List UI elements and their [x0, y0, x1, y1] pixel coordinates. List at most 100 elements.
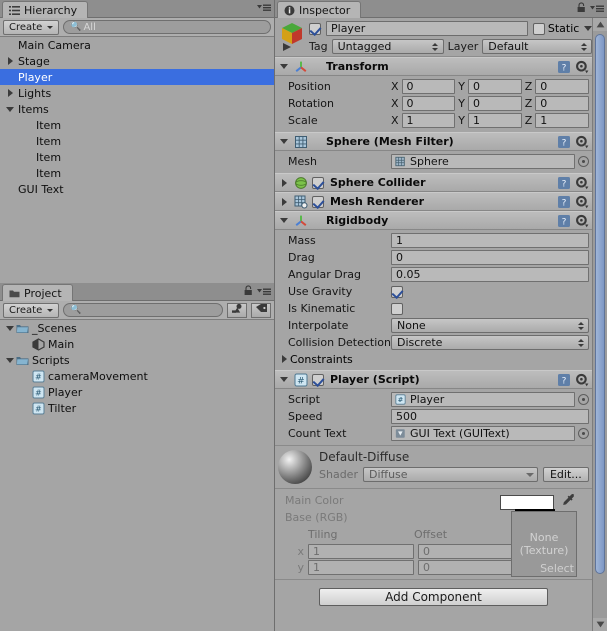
foldout-open-icon[interactable]	[4, 325, 16, 331]
hierarchy-item[interactable]: Main Camera	[0, 37, 274, 53]
help-icon[interactable]: ?	[557, 135, 571, 149]
gear-icon[interactable]	[575, 60, 589, 74]
hierarchy-item[interactable]: Item	[0, 165, 274, 181]
axis-input-y[interactable]: 0	[468, 96, 522, 111]
foldout-closed-icon[interactable]	[4, 89, 16, 97]
hierarchy-item[interactable]: Item	[0, 133, 274, 149]
hierarchy-tree[interactable]: Main Camera Stage Player Lights Items Item Ite…	[0, 37, 274, 283]
axis-input-y[interactable]: 0	[468, 79, 522, 94]
object-picker-button[interactable]	[578, 156, 589, 167]
property-checkbox[interactable]	[391, 285, 403, 298]
object-reference-field[interactable]: Sphere	[391, 154, 575, 169]
foldout-closed-icon[interactable]	[278, 178, 290, 187]
inspector-scrollbar[interactable]	[592, 18, 607, 631]
component-header-sphere-collider[interactable]: Sphere Collider?	[275, 173, 592, 192]
foldout-open-icon[interactable]	[4, 106, 16, 112]
foldout-closed-icon[interactable]	[4, 57, 16, 65]
help-icon[interactable]: ?	[557, 176, 571, 190]
add-component-button[interactable]: Add Component	[319, 588, 548, 606]
hierarchy-menu-icon[interactable]	[257, 2, 271, 11]
scroll-up-button[interactable]	[593, 18, 607, 31]
gear-icon[interactable]	[575, 214, 589, 228]
help-icon[interactable]: ?	[557, 373, 571, 387]
project-item[interactable]: Main	[0, 336, 274, 352]
component-enabled-checkbox[interactable]	[312, 195, 324, 208]
hierarchy-item[interactable]: GUI Text	[0, 181, 274, 197]
offset-input[interactable]: 0	[418, 543, 524, 559]
property-input[interactable]: 500	[391, 409, 589, 424]
inspector-menu-icon[interactable]	[590, 3, 604, 12]
project-item[interactable]: # Tilter	[0, 400, 274, 416]
help-icon[interactable]: ?	[557, 60, 571, 74]
eyedropper-icon[interactable]	[562, 493, 576, 509]
hierarchy-item[interactable]: Item	[0, 117, 274, 133]
help-icon[interactable]: ?	[557, 195, 571, 209]
project-item[interactable]: _Scenes	[0, 320, 274, 336]
foldout-closed-icon[interactable]	[278, 197, 290, 206]
help-icon[interactable]: ?	[557, 214, 571, 228]
axis-input-x[interactable]: 0	[401, 79, 456, 94]
foldout-open-icon[interactable]	[278, 139, 290, 144]
axis-input-x[interactable]: 1	[401, 113, 456, 128]
axis-input-z[interactable]: 0	[535, 79, 589, 94]
tiling-input[interactable]: 1	[308, 543, 414, 559]
project-item[interactable]: Scripts	[0, 352, 274, 368]
foldout-row[interactable]: Constraints	[278, 351, 589, 367]
foldout-open-icon[interactable]	[4, 357, 16, 363]
foldout-closed-icon[interactable]	[278, 355, 290, 363]
offset-input[interactable]: 0	[418, 559, 524, 575]
tab-inspector[interactable]: Inspector	[277, 1, 362, 18]
axis-input-z[interactable]: 0	[535, 96, 589, 111]
filter-by-label-button[interactable]	[251, 302, 271, 318]
shader-edit-button[interactable]: Edit...	[542, 467, 589, 482]
gameobject-enabled-checkbox[interactable]	[309, 22, 321, 35]
tab-hierarchy[interactable]: Hierarchy	[2, 1, 89, 18]
hierarchy-item[interactable]: Stage	[0, 53, 274, 69]
lock-icon[interactable]	[577, 2, 586, 13]
foldout-open-icon[interactable]	[278, 64, 290, 69]
gameobject-name-input[interactable]: Player	[326, 21, 528, 36]
tiling-input[interactable]: 1	[308, 559, 414, 575]
hierarchy-item[interactable]: Player	[0, 69, 274, 85]
object-reference-field[interactable]: # Player	[391, 392, 575, 407]
component-header-mesh-filter[interactable]: Sphere (Mesh Filter)?	[275, 132, 592, 151]
project-search-input[interactable]: 🔍	[63, 303, 223, 317]
scrollbar-thumb[interactable]	[595, 34, 605, 574]
project-item[interactable]: # cameraMovement	[0, 368, 274, 384]
axis-input-x[interactable]: 0	[401, 96, 456, 111]
filter-by-type-button[interactable]	[227, 302, 247, 318]
component-header-mesh-renderer[interactable]: Mesh Renderer?	[275, 192, 592, 211]
property-dropdown[interactable]: Discrete	[391, 335, 589, 350]
scroll-down-button[interactable]	[593, 618, 607, 631]
component-header-rigidbody[interactable]: Rigidbody?	[275, 211, 592, 230]
hierarchy-item[interactable]: Lights	[0, 85, 274, 101]
property-checkbox[interactable]	[391, 302, 403, 315]
component-header-transform[interactable]: Transform?	[275, 57, 592, 76]
hierarchy-search-input[interactable]: 🔍 All	[63, 20, 271, 34]
layer-dropdown[interactable]: Default	[482, 39, 593, 54]
axis-input-y[interactable]: 1	[468, 113, 522, 128]
project-create-button[interactable]: Create	[3, 302, 60, 318]
main-color-swatch[interactable]	[500, 495, 555, 513]
property-input[interactable]: 1	[391, 233, 589, 248]
hierarchy-create-button[interactable]: Create	[3, 19, 60, 35]
object-picker-button[interactable]	[578, 428, 589, 439]
lock-icon[interactable]	[244, 285, 253, 296]
property-input[interactable]: 0.05	[391, 267, 589, 282]
texture-slot[interactable]: None (Texture) Select	[511, 511, 577, 577]
hierarchy-item[interactable]: Items	[0, 101, 274, 117]
gear-icon[interactable]	[575, 135, 589, 149]
component-header-player-script[interactable]: # Player (Script)?	[275, 370, 592, 389]
component-enabled-checkbox[interactable]	[312, 373, 324, 386]
gear-icon[interactable]	[575, 373, 589, 387]
static-toggle[interactable]: Static	[532, 22, 593, 35]
shader-dropdown[interactable]: Diffuse	[362, 467, 538, 482]
tag-dropdown[interactable]: Untagged	[331, 39, 444, 54]
object-picker-button[interactable]	[578, 394, 589, 405]
texture-select-button[interactable]: Select	[540, 562, 574, 575]
static-checkbox[interactable]	[532, 22, 545, 35]
component-enabled-checkbox[interactable]	[312, 176, 324, 189]
foldout-open-icon[interactable]	[278, 377, 290, 382]
hierarchy-item[interactable]: Item	[0, 149, 274, 165]
project-item[interactable]: # Player	[0, 384, 274, 400]
